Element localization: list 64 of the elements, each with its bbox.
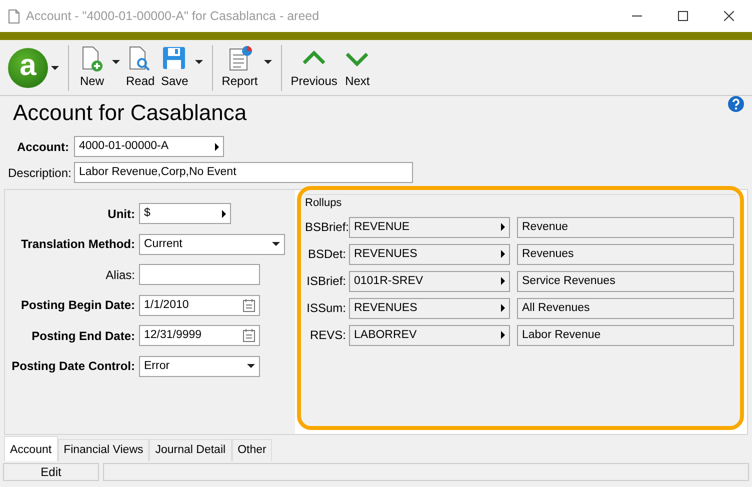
- field-label: REVS:: [308, 327, 347, 344]
- caret-icon: [112, 58, 120, 64]
- rollup-code-field[interactable]: LABORREV: [349, 324, 510, 346]
- read-button[interactable]: Read: [123, 43, 158, 92]
- caret-icon: [194, 58, 203, 64]
- field-label: BSBrief:: [305, 219, 349, 236]
- document-icon: [8, 8, 20, 24]
- arrow-right-icon: [501, 304, 505, 312]
- caret-icon: [264, 58, 272, 64]
- field-label: Alias:: [104, 266, 136, 284]
- close-icon[interactable]: [724, 11, 734, 21]
- field-label: Translation Method:: [20, 236, 136, 254]
- group-title: Rollups: [305, 197, 342, 210]
- description-field[interactable]: Labor Revenue,Corp,No Event: [74, 162, 413, 184]
- rollup-code-field[interactable]: REVENUES: [349, 244, 510, 265]
- rollup-name-field: Service Revenues: [517, 270, 734, 292]
- field-label: ISSum:: [306, 300, 347, 318]
- calendar-icon: [243, 298, 255, 312]
- window-title: Account - "4000-01-00000-A" for Casablanca - areed: [26, 8, 320, 25]
- tab[interactable]: Other: [232, 439, 272, 462]
- tab[interactable]: Account: [4, 436, 58, 462]
- date-field[interactable]: 12/31/9999: [139, 325, 260, 346]
- calendar-icon: [243, 329, 255, 342]
- field-label: Posting Date Control:: [10, 358, 136, 376]
- caret-icon: [51, 64, 59, 70]
- field-label: Unit:: [106, 206, 136, 223]
- arrow-right-icon: [222, 210, 226, 218]
- field-label: BSDet:: [306, 246, 347, 264]
- field-label: Posting End Date:: [30, 328, 136, 345]
- arrow-right-icon: [501, 331, 505, 340]
- arrow-right-icon: [501, 277, 505, 286]
- maximize-icon[interactable]: [678, 11, 688, 21]
- report-button[interactable]: Report: [218, 43, 275, 92]
- text-field[interactable]: [139, 264, 260, 286]
- previous-button[interactable]: Previous: [288, 43, 340, 92]
- next-button[interactable]: Next: [340, 43, 374, 92]
- unit-field[interactable]: $: [139, 203, 231, 224]
- help-icon[interactable]: [728, 96, 744, 112]
- caret-icon: [247, 363, 255, 370]
- dropdown-field[interactable]: Error: [139, 356, 260, 377]
- field-label: Description:: [8, 164, 72, 182]
- save-button[interactable]: Save: [158, 43, 206, 92]
- rollup-code-field[interactable]: REVENUE: [349, 216, 510, 238]
- arrow-right-icon: [501, 250, 505, 258]
- field-label: Account:: [17, 138, 70, 156]
- field-label: ISBrief:: [306, 273, 347, 290]
- page-heading: Account for Casablanca: [13, 100, 247, 126]
- dropdown-field[interactable]: Current: [139, 234, 285, 255]
- rollup-name-field: Labor Revenue: [517, 324, 734, 346]
- caret-icon: [272, 241, 280, 248]
- arrow-right-icon: [215, 142, 219, 151]
- tab[interactable]: Financial Views: [58, 439, 150, 462]
- tab[interactable]: Journal Detail: [149, 439, 232, 462]
- date-field[interactable]: 1/1/2010: [139, 294, 260, 316]
- arrow-right-icon: [501, 223, 505, 232]
- rollup-code-field[interactable]: REVENUES: [349, 298, 510, 319]
- rollup-name-field: All Revenues: [517, 298, 734, 319]
- rollup-name-field: Revenues: [517, 244, 734, 265]
- field-label: Posting Begin Date:: [20, 297, 136, 314]
- new-button[interactable]: New: [75, 43, 123, 92]
- rollup-name-field: Revenue: [517, 216, 734, 238]
- rollup-code-field[interactable]: 0101R-SREV: [349, 270, 510, 292]
- status-mode: Edit: [3, 463, 99, 482]
- account-field[interactable]: 4000-01-00000-A: [74, 136, 224, 158]
